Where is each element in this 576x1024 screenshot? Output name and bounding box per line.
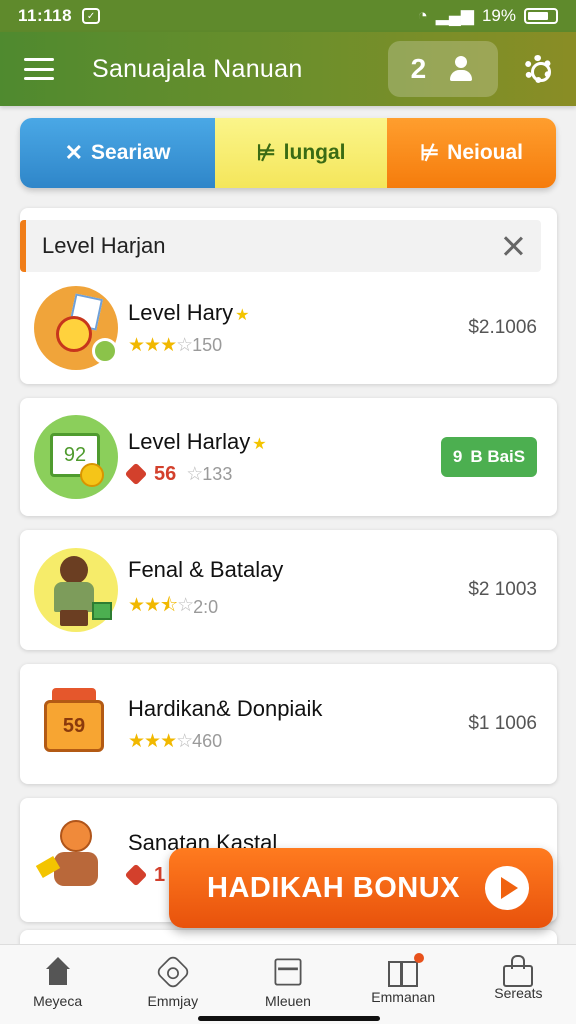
item-info: Hardikan& Donpiaik ★★★☆ 460 — [128, 696, 322, 753]
nav-label: Sereats — [494, 985, 543, 1001]
item-rating: ★★⯪☆ 2:0 — [128, 591, 283, 623]
person-icon — [447, 55, 475, 83]
rating-count: 460 — [192, 730, 223, 751]
edit-icon: ⊭ — [419, 140, 440, 165]
nav-item-emmjay[interactable]: Emmjay — [115, 945, 230, 1024]
tab-lungal[interactable]: ⊭ lungal — [215, 118, 387, 188]
item-info: Level Hary ★ ★★★☆ 150 — [128, 300, 250, 357]
star-rating-icon: ★★★☆ — [128, 730, 193, 752]
item-price: $2.1006 — [468, 317, 537, 338]
item-card: Fenal & Batalay ★★⯪☆ 2:0 $2 1003 — [20, 530, 557, 650]
item-rating: 56 ☆ 133 — [124, 462, 267, 486]
item-thumbnail: 92 — [34, 415, 118, 499]
nav-item-emmanan[interactable]: Emmanan — [346, 945, 461, 1024]
bonus-button-label: HADIKAH BONUX — [207, 871, 460, 904]
nav-label: Emmanan — [371, 989, 436, 1005]
notification-icon: ✓ — [82, 8, 101, 24]
star-outline-icon: ☆ — [186, 463, 203, 485]
nav-label: Meyeca — [33, 993, 83, 1009]
status-right: ◔ ▂▄▆ 19% — [417, 6, 558, 26]
heart-icon — [124, 863, 148, 887]
item-name: Level Harlay — [128, 428, 251, 454]
item-info: Fenal & Batalay ★★⯪☆ 2:0 — [128, 557, 283, 623]
tab-seariaw[interactable]: ✕ Seariaw — [20, 118, 215, 188]
item-name: Hardikan& Donpiaik — [128, 695, 323, 721]
star-rating-icon: ★★★☆ — [128, 334, 193, 356]
app-header: Sanuajala Nanuan 2 — [0, 32, 576, 106]
item-thumbnail — [34, 816, 118, 900]
item-thumbnail — [34, 286, 118, 370]
item-rating: ★★★☆ 150 — [128, 334, 250, 357]
home-indicator[interactable] — [198, 1016, 380, 1021]
gift-icon — [388, 953, 425, 987]
item-name: Level Hary — [128, 299, 234, 325]
signal-icon: ▂▄▆ — [435, 6, 474, 25]
battery-level: 19% — [481, 6, 516, 25]
play-icon — [485, 866, 529, 910]
list-item[interactable]: 59 Hardikan& Donpiaik ★★★☆ 460 $1 1006 — [20, 674, 557, 774]
close-icon[interactable] — [499, 232, 527, 260]
tab-neioual[interactable]: ⊭ Neioual — [387, 118, 556, 188]
list-item[interactable]: 92 Level Harlay ★ 56 ☆ 133 9 B BaiS — [20, 407, 557, 507]
rating-count: 2:0 — [193, 596, 219, 617]
status-bar: 11:118 ✓ ◔ ▂▄▆ 19% — [0, 0, 576, 32]
tab-label: lungal — [283, 141, 346, 164]
star-rating-icon: ★★⯪☆ — [128, 595, 194, 616]
section-header: Level Harjan — [20, 220, 541, 272]
nav-item-sereats[interactable]: Sereats — [461, 945, 576, 1024]
nav-label: Emmjay — [147, 993, 199, 1009]
item-thumbnail: 59 — [34, 682, 118, 766]
home-icon — [43, 957, 73, 987]
item-price: $2 1003 — [468, 579, 537, 600]
nav-label: Mleuen — [265, 993, 311, 1009]
item-name: Fenal & Batalay — [128, 557, 284, 582]
item-card: 59 Hardikan& Donpiaik ★★★☆ 460 $1 1006 — [20, 664, 557, 784]
item-price: $1 1006 — [468, 713, 537, 734]
thumb-case-text: 59 — [44, 700, 104, 752]
section-card: Level Harjan Level Hary ★ ★★★☆ 150 $2.100… — [20, 208, 557, 384]
badge-count: 1 — [154, 863, 166, 886]
star-badge-icon: ★ — [252, 435, 267, 453]
star-badge-icon: ★ — [235, 306, 250, 324]
edit-icon: ⊭ — [256, 140, 276, 165]
item-rating: ★★★☆ 460 — [128, 730, 322, 753]
bottom-navigation: Meyeca Emmjay Mleuen Emmanan Sereats — [0, 944, 576, 1024]
item-thumbnail — [34, 548, 118, 632]
status-time: 11:118 — [18, 6, 73, 25]
tab-label: Neioual — [447, 141, 524, 164]
list-item[interactable]: Fenal & Batalay ★★⯪☆ 2:0 $2 1003 — [20, 540, 557, 640]
cube-icon — [274, 958, 302, 986]
heart-icon — [124, 462, 148, 486]
badge-count: 56 — [154, 462, 177, 485]
section-title: Level Harjan — [42, 233, 166, 258]
item-card: 92 Level Harlay ★ 56 ☆ 133 9 B BaiS — [20, 398, 557, 516]
battery-icon — [524, 8, 558, 24]
menu-icon[interactable] — [24, 58, 54, 80]
button-number: 9 — [452, 447, 463, 466]
cross-tools-icon: ✕ — [64, 140, 84, 165]
action-button[interactable]: 9 B BaiS — [441, 437, 537, 477]
rating-count: 150 — [192, 334, 223, 355]
user-pill-button[interactable]: 2 — [388, 41, 498, 97]
nav-item-meyeca[interactable]: Meyeca — [0, 945, 115, 1024]
segmented-tabs: ✕ Seariaw ⊭ lungal ⊭ Neioual — [20, 118, 556, 188]
user-count: 2 — [410, 53, 427, 84]
bag-icon — [503, 955, 534, 987]
rating-count: 133 — [202, 463, 233, 484]
bonus-button[interactable]: HADIKAH BONUX — [169, 848, 553, 928]
page-title: Sanuajala Nanuan — [92, 54, 303, 83]
tab-label: Seariaw — [91, 141, 171, 164]
puzzle-icon — [154, 953, 191, 991]
item-info: Level Harlay ★ 56 ☆ 133 — [124, 428, 267, 486]
button-label: B BaiS — [470, 447, 526, 466]
wifi-icon: ◔ — [417, 6, 428, 25]
gear-icon[interactable] — [524, 55, 552, 83]
list-item[interactable]: Level Hary ★ ★★★☆ 150 $2.1006 — [20, 278, 557, 378]
nav-item-mleuen[interactable]: Mleuen — [230, 945, 345, 1024]
